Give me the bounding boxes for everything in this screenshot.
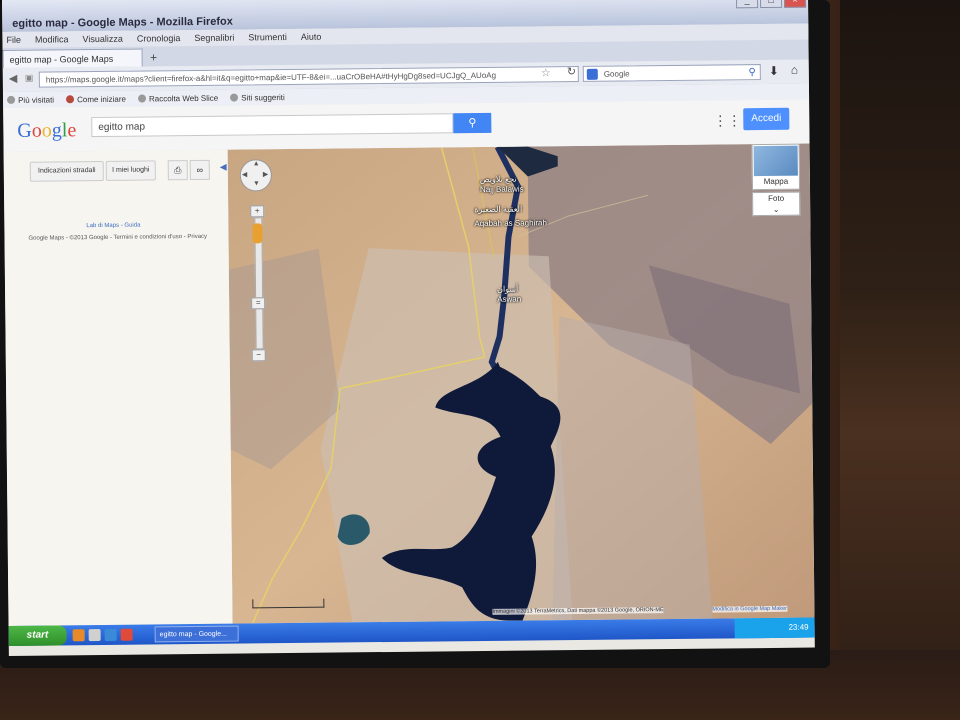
labs-link[interactable]: Lab di Maps - Guida (86, 223, 140, 230)
maps-search-button[interactable]: ⚲ (453, 112, 492, 134)
browser-search-box[interactable]: Google ⚲ (582, 64, 761, 82)
window-title: egitto map - Google Maps - Mozilla Firef… (12, 15, 233, 30)
clock[interactable]: 23:49 (789, 623, 809, 632)
quicklaunch-desktop-icon[interactable] (88, 629, 101, 642)
bookmark-most-visited[interactable]: Più visitati (7, 95, 54, 104)
menu-file[interactable]: File (6, 35, 21, 45)
monitor-screen: egitto map - Google Maps - Mozilla Firef… (2, 0, 815, 656)
map-maker-link[interactable]: Modifica in Google Map Maker (712, 605, 788, 613)
pan-down-icon[interactable]: ▼ (253, 180, 260, 187)
room-right-background (840, 0, 960, 720)
label-aqaba-arabic[interactable]: العقبة الصغيرة (474, 205, 522, 215)
label-aswan-arabic[interactable]: أسوان (497, 285, 518, 294)
monitor-bezel: egitto map - Google Maps - Mozilla Firef… (0, 0, 830, 668)
bookmark-getting-started[interactable]: Come iniziare (66, 94, 126, 104)
download-icon[interactable]: ⬇ (769, 64, 779, 78)
quicklaunch-ie-icon[interactable] (104, 628, 117, 641)
google-logo[interactable]: Google (17, 119, 76, 143)
menu-view[interactable]: Visualizza (82, 34, 122, 44)
site-identity-icon[interactable]: ▣ (25, 73, 34, 84)
new-tab-button[interactable]: + (147, 50, 161, 64)
zoom-out-button[interactable]: − (251, 349, 266, 362)
map-thumbnail (753, 145, 798, 177)
bookmark-label: Più visitati (17, 94, 55, 105)
close-button[interactable]: × (783, 0, 807, 8)
pale-plain (552, 316, 713, 621)
sign-in-button[interactable]: Accedi (743, 107, 790, 131)
map-type-button[interactable]: Mappa (751, 143, 801, 191)
photo-button[interactable]: Foto ⌄ (752, 191, 801, 217)
bookmark-suggested-sites[interactable]: Siti suggeriti (230, 93, 285, 103)
link-icon[interactable]: ∞ (189, 159, 210, 181)
window-controls: _ □ × (735, 0, 807, 9)
reload-icon[interactable]: ↻ (567, 65, 576, 78)
browser-tab[interactable]: egitto map - Google Maps (2, 48, 143, 68)
menu-help[interactable]: Aiuto (301, 32, 322, 42)
directions-button[interactable]: Indicazioni stradali (29, 160, 104, 182)
bookmark-star-icon[interactable]: ☆ (541, 66, 551, 79)
pan-control[interactable]: ▲ ▼ ◀ ▶ (239, 159, 273, 192)
page-icon (230, 93, 239, 102)
legal-footer: Google Maps - ©2013 Google - Termini e c… (28, 233, 208, 242)
menu-bookmarks[interactable]: Segnalibri (194, 33, 234, 43)
photo-label: Foto (768, 193, 785, 203)
menu-edit[interactable]: Modifica (35, 34, 69, 44)
maximize-button[interactable]: □ (759, 0, 783, 9)
home-icon[interactable]: ⌂ (791, 63, 798, 77)
chevron-down-icon: ⌄ (772, 204, 780, 214)
start-button[interactable]: start (8, 625, 67, 646)
label-aqaba[interactable]: Aqabah as Saghirah (474, 218, 547, 228)
menu-tools[interactable]: Strumenti (248, 32, 287, 42)
zoom-in-button[interactable]: + (250, 205, 265, 218)
pan-right-icon[interactable]: ▶ (263, 170, 268, 178)
bookmark-icon (7, 95, 16, 104)
quicklaunch-firefox-icon[interactable] (72, 629, 85, 642)
search-icon: ⚲ (468, 117, 477, 130)
collapse-panel-icon[interactable]: ◀ (220, 162, 227, 173)
web-slice-icon (137, 94, 147, 103)
map-type-label: Mappa (763, 176, 789, 187)
quicklaunch-media-icon[interactable] (120, 628, 133, 641)
zoom-slider-handle[interactable]: = (251, 297, 266, 310)
bookmark-label: Siti suggeriti (241, 92, 285, 103)
menu-history[interactable]: Cronologia (137, 33, 181, 43)
pan-up-icon[interactable]: ▲ (253, 160, 260, 167)
pegman-icon[interactable] (252, 223, 263, 244)
map-imagery[interactable] (227, 143, 815, 624)
satellite-map[interactable]: ▲ ▼ ◀ ▶ + = − Mappa Foto ⌄ نجع بلاويص Naj… (227, 143, 815, 624)
google-engine-icon[interactable] (586, 68, 598, 80)
magnifier-icon[interactable]: ⚲ (748, 65, 755, 81)
firefox-icon (66, 95, 75, 104)
url-bar[interactable]: https://maps.google.it/maps?client=firef… (38, 65, 579, 88)
left-panel: Indicazioni stradali I miei luoghi ⎙ ∞ ◀… (3, 149, 234, 626)
minimize-button[interactable]: _ (735, 0, 759, 9)
taskbar-window-button[interactable]: egitto map - Google... (154, 625, 239, 643)
pan-left-icon[interactable]: ◀ (242, 170, 247, 178)
label-aswan[interactable]: Aswan (497, 295, 521, 304)
print-icon[interactable]: ⎙ (167, 160, 188, 181)
my-places-button[interactable]: I miei luoghi (105, 160, 156, 181)
bookmark-label: Come iniziare (77, 94, 127, 104)
label-naga-arabic[interactable]: نجع بلاويص (480, 175, 517, 184)
bookmark-web-slice[interactable]: Raccolta Web Slice (137, 93, 219, 103)
bookmark-label: Raccolta Web Slice (148, 93, 219, 103)
scale-bar (252, 598, 325, 609)
search-engine-label: Google (603, 69, 630, 79)
label-naga[interactable]: Najj Balawis (480, 185, 524, 194)
system-tray: 23:49 (734, 617, 815, 639)
maps-search-input[interactable]: egitto map (91, 113, 454, 138)
back-icon[interactable]: ◀ (9, 72, 18, 85)
